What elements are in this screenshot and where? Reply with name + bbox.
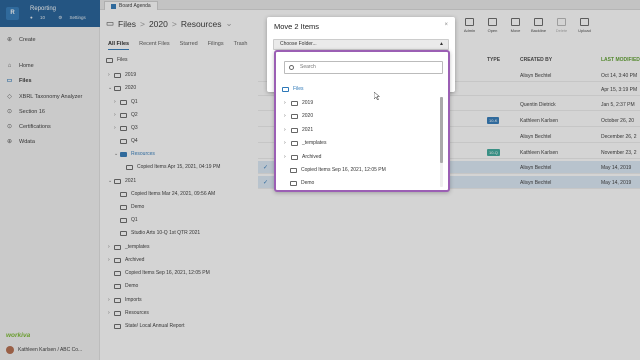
search-input[interactable]: Search [284,61,443,74]
folder-dropdown: Search Files › 2019 › 2020 › 2021 › _templat… [274,50,450,192]
dropdown-item[interactable]: Copied Items Sep 16, 2021, 12:05 PM [290,165,386,175]
folder-select[interactable]: Choose Folder... ▲ [273,39,449,50]
dropdown-item-label: 2020 [302,113,314,119]
scrollbar-thumb[interactable] [440,97,443,163]
dropdown-item-label: 2021 [302,127,314,133]
close-icon[interactable]: × [444,22,448,28]
dropdown-item-label: 2019 [302,100,314,106]
dropdown-item-label: Files [293,86,304,92]
dropdown-item[interactable]: Demo [290,178,314,188]
dropdown-item[interactable]: › 2019 [284,98,313,108]
chevron-right-icon[interactable]: › [284,140,291,146]
modal-title: Move 2 Items [274,22,320,31]
search-icon [289,65,294,70]
folder-icon [291,100,298,106]
caret-up-icon: ▲ [439,41,444,47]
folder-icon [291,154,298,160]
dropdown-item[interactable]: › _templates [284,138,326,148]
dropdown-item-label: Archived [302,154,322,160]
folder-icon [291,140,298,146]
folder-icon [290,180,297,186]
dropdown-scrollbar[interactable] [440,97,443,187]
folder-icon [291,127,298,133]
dropdown-root-files[interactable]: Files [282,84,304,94]
dropdown-item-label: _templates [302,140,327,146]
folder-icon [290,167,297,173]
chevron-right-icon[interactable]: › [284,154,291,160]
dropdown-item[interactable]: › 2020 [284,111,313,121]
chevron-right-icon[interactable]: › [284,100,291,106]
folder-icon [282,86,289,92]
dropdown-item[interactable]: › Archived [284,152,321,162]
dropdown-item-label: Demo [301,180,315,186]
folder-select-value: Choose Folder... [280,41,317,47]
dropdown-item[interactable]: › 2021 [284,125,313,135]
chevron-right-icon[interactable]: › [284,113,291,119]
mouse-cursor-icon [374,92,380,100]
dropdown-item-label: Copied Items Sep 16, 2021, 12:05 PM [301,167,386,173]
folder-icon [291,113,298,119]
chevron-right-icon[interactable]: › [284,127,291,133]
